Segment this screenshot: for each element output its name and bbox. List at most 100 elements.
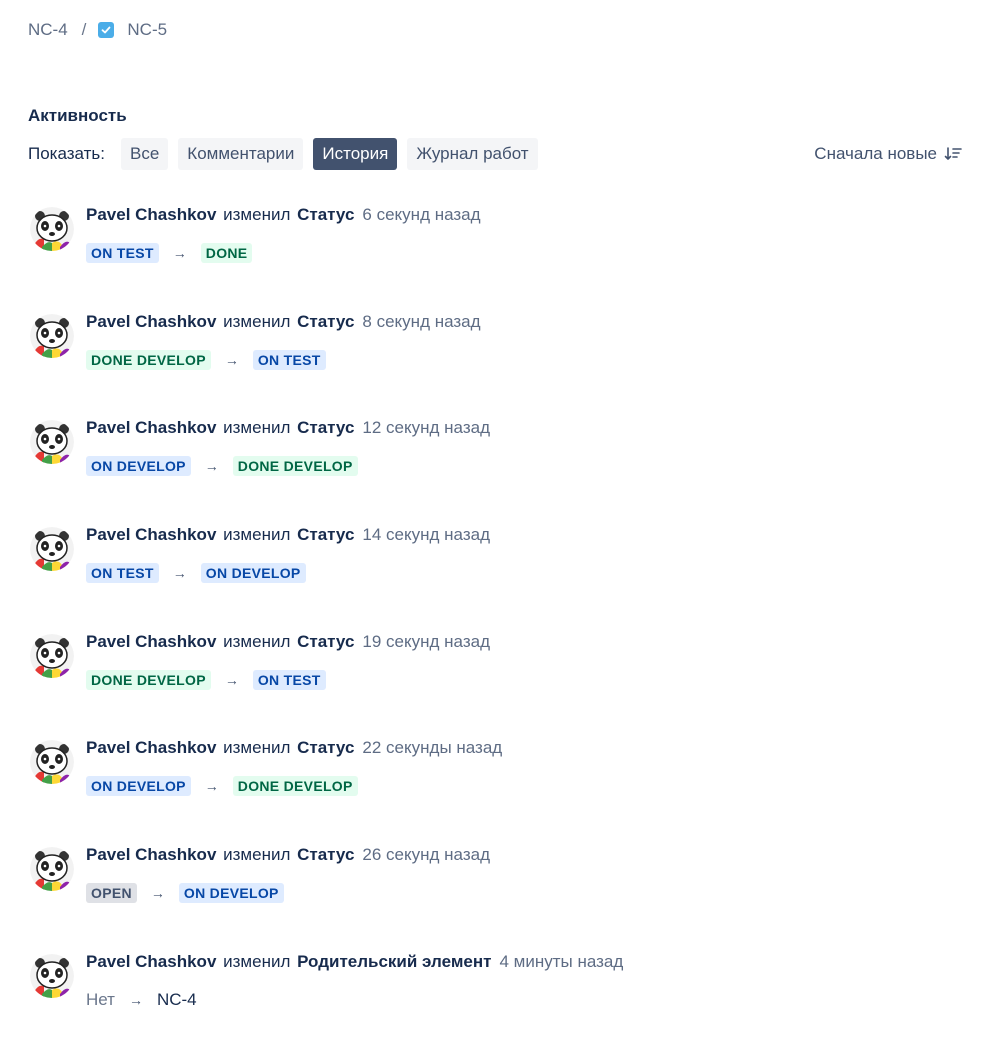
timestamp: 6 секунд назад bbox=[362, 205, 481, 224]
arrow-icon: → bbox=[172, 565, 187, 581]
changed-field: Статус bbox=[297, 632, 355, 651]
actor-name[interactable]: Pavel Chashkov bbox=[86, 525, 216, 544]
history-entry: Pavel Chashkov изменил Статус 6 секунд на… bbox=[28, 205, 962, 295]
sort-descending-icon bbox=[944, 146, 962, 162]
task-checkbox-icon bbox=[98, 22, 115, 38]
status-lozenge-from: ON TEST bbox=[86, 563, 159, 583]
sort-label: Сначала новые bbox=[814, 144, 937, 163]
changed-field: Статус bbox=[297, 418, 355, 437]
arrow-icon: → bbox=[150, 885, 165, 901]
actor-name[interactable]: Pavel Chashkov bbox=[86, 312, 216, 331]
status-lozenge-to: DONE bbox=[200, 243, 253, 263]
action-verb: изменил bbox=[223, 738, 291, 757]
sort-order-button[interactable]: Сначала новые bbox=[814, 144, 962, 164]
arrow-icon: → bbox=[128, 992, 143, 1008]
entry-summary: Pavel Chashkov изменил Статус 19 секунд н… bbox=[86, 632, 490, 652]
entry-summary: Pavel Chashkov изменил Родительский элем… bbox=[86, 952, 623, 972]
actor-name[interactable]: Pavel Chashkov bbox=[86, 738, 216, 757]
timestamp: 19 секунд назад bbox=[362, 632, 490, 651]
timestamp: 22 секунды назад bbox=[362, 738, 503, 757]
entry-summary: Pavel Chashkov изменил Статус 22 секунды … bbox=[86, 738, 502, 758]
changed-field: Статус bbox=[297, 312, 355, 331]
user-avatar[interactable] bbox=[30, 634, 74, 678]
status-lozenge-to: DONE DEVELOP bbox=[232, 776, 358, 796]
breadcrumb-parent-link[interactable]: NC-4 bbox=[28, 20, 68, 40]
history-entry: Pavel Chashkov изменил Статус 19 секунд н… bbox=[28, 632, 962, 722]
status-lozenge-from: ON DEVELOP bbox=[86, 456, 191, 476]
change-to-value[interactable]: NC-4 bbox=[157, 990, 197, 1010]
action-verb: изменил bbox=[223, 845, 291, 864]
action-verb: изменил bbox=[223, 312, 291, 331]
entry-summary: Pavel Chashkov изменил Статус 26 секунд н… bbox=[86, 845, 490, 865]
activity-title: Активность bbox=[28, 106, 127, 125]
change-values: DONE DEVELOP → ON TEST bbox=[86, 670, 326, 690]
action-verb: изменил bbox=[223, 205, 291, 224]
changed-field: Статус bbox=[297, 525, 355, 544]
user-avatar[interactable] bbox=[30, 314, 74, 358]
changed-field: Статус bbox=[297, 205, 355, 224]
filter-history-button[interactable]: История bbox=[313, 138, 398, 170]
status-lozenge-to: ON DEVELOP bbox=[200, 563, 306, 583]
filter-worklog-button[interactable]: Журнал работ bbox=[407, 138, 538, 170]
actor-name[interactable]: Pavel Chashkov bbox=[86, 205, 216, 224]
user-avatar[interactable] bbox=[30, 207, 74, 251]
arrow-icon: → bbox=[224, 672, 239, 688]
entry-summary: Pavel Chashkov изменил Статус 12 секунд н… bbox=[86, 418, 490, 438]
show-label: Показать: bbox=[28, 144, 105, 163]
timestamp: 26 секунд назад bbox=[362, 845, 490, 864]
change-values: ON TEST → ON DEVELOP bbox=[86, 563, 306, 583]
timestamp: 14 секунд назад bbox=[362, 525, 490, 544]
change-values: ON DEVELOP → DONE DEVELOP bbox=[86, 776, 358, 796]
action-verb: изменил bbox=[223, 952, 291, 971]
timestamp: 8 секунд назад bbox=[362, 312, 481, 331]
status-lozenge-from: OPEN bbox=[86, 883, 137, 903]
action-verb: изменил bbox=[223, 525, 291, 544]
history-entry: Pavel Chashkov изменил Статус 8 секунд на… bbox=[28, 312, 962, 402]
status-lozenge-from: ON TEST bbox=[86, 243, 159, 263]
status-lozenge-from: ON DEVELOP bbox=[86, 776, 191, 796]
user-avatar[interactable] bbox=[30, 954, 74, 998]
status-lozenge-to: DONE DEVELOP bbox=[232, 456, 358, 476]
action-verb: изменил bbox=[223, 418, 291, 437]
change-from-value: Нет bbox=[86, 990, 115, 1009]
entry-summary: Pavel Chashkov изменил Статус 14 секунд н… bbox=[86, 525, 490, 545]
activity-filter-bar: Показать: Все Комментарии История Журнал… bbox=[28, 138, 962, 170]
actor-name[interactable]: Pavel Chashkov bbox=[86, 418, 216, 437]
change-values: ON TEST → DONE bbox=[86, 243, 253, 263]
entry-summary: Pavel Chashkov изменил Статус 8 секунд на… bbox=[86, 312, 481, 332]
change-values: DONE DEVELOP → ON TEST bbox=[86, 350, 326, 370]
history-entry: Pavel Chashkov изменил Статус 14 секунд н… bbox=[28, 525, 962, 615]
change-values: Нет → NC-4 bbox=[86, 990, 197, 1010]
user-avatar[interactable] bbox=[30, 847, 74, 891]
actor-name[interactable]: Pavel Chashkov bbox=[86, 632, 216, 651]
arrow-icon: → bbox=[204, 458, 219, 474]
arrow-icon: → bbox=[172, 245, 187, 261]
status-lozenge-from: DONE DEVELOP bbox=[86, 350, 211, 370]
history-entry: Pavel Chashkov изменил Родительский элем… bbox=[28, 952, 962, 1042]
filter-all-button[interactable]: Все bbox=[121, 138, 169, 170]
arrow-icon: → bbox=[224, 352, 239, 368]
user-avatar[interactable] bbox=[30, 740, 74, 784]
user-avatar[interactable] bbox=[30, 527, 74, 571]
breadcrumb: NC-4 / NC-5 bbox=[28, 20, 167, 40]
history-entry: Pavel Chashkov изменил Статус 12 секунд н… bbox=[28, 418, 962, 508]
history-entry: Pavel Chashkov изменил Статус 22 секунды … bbox=[28, 738, 962, 828]
status-lozenge-to: ON DEVELOP bbox=[178, 883, 284, 903]
changed-field: Статус bbox=[297, 738, 355, 757]
filter-comments-button[interactable]: Комментарии bbox=[178, 138, 304, 170]
changed-field: Родительский элемент bbox=[297, 952, 492, 971]
action-verb: изменил bbox=[223, 632, 291, 651]
changed-field: Статус bbox=[297, 845, 355, 864]
breadcrumb-separator: / bbox=[81, 20, 87, 39]
arrow-icon: → bbox=[204, 778, 219, 794]
actor-name[interactable]: Pavel Chashkov bbox=[86, 952, 216, 971]
user-avatar[interactable] bbox=[30, 420, 74, 464]
timestamp: 12 секунд назад bbox=[362, 418, 490, 437]
breadcrumb-current-link[interactable]: NC-5 bbox=[127, 20, 167, 40]
status-lozenge-to: ON TEST bbox=[252, 670, 326, 690]
timestamp: 4 минуты назад bbox=[499, 952, 624, 971]
entry-summary: Pavel Chashkov изменил Статус 6 секунд на… bbox=[86, 205, 481, 225]
status-lozenge-to: ON TEST bbox=[252, 350, 326, 370]
actor-name[interactable]: Pavel Chashkov bbox=[86, 845, 216, 864]
status-lozenge-from: DONE DEVELOP bbox=[86, 670, 211, 690]
